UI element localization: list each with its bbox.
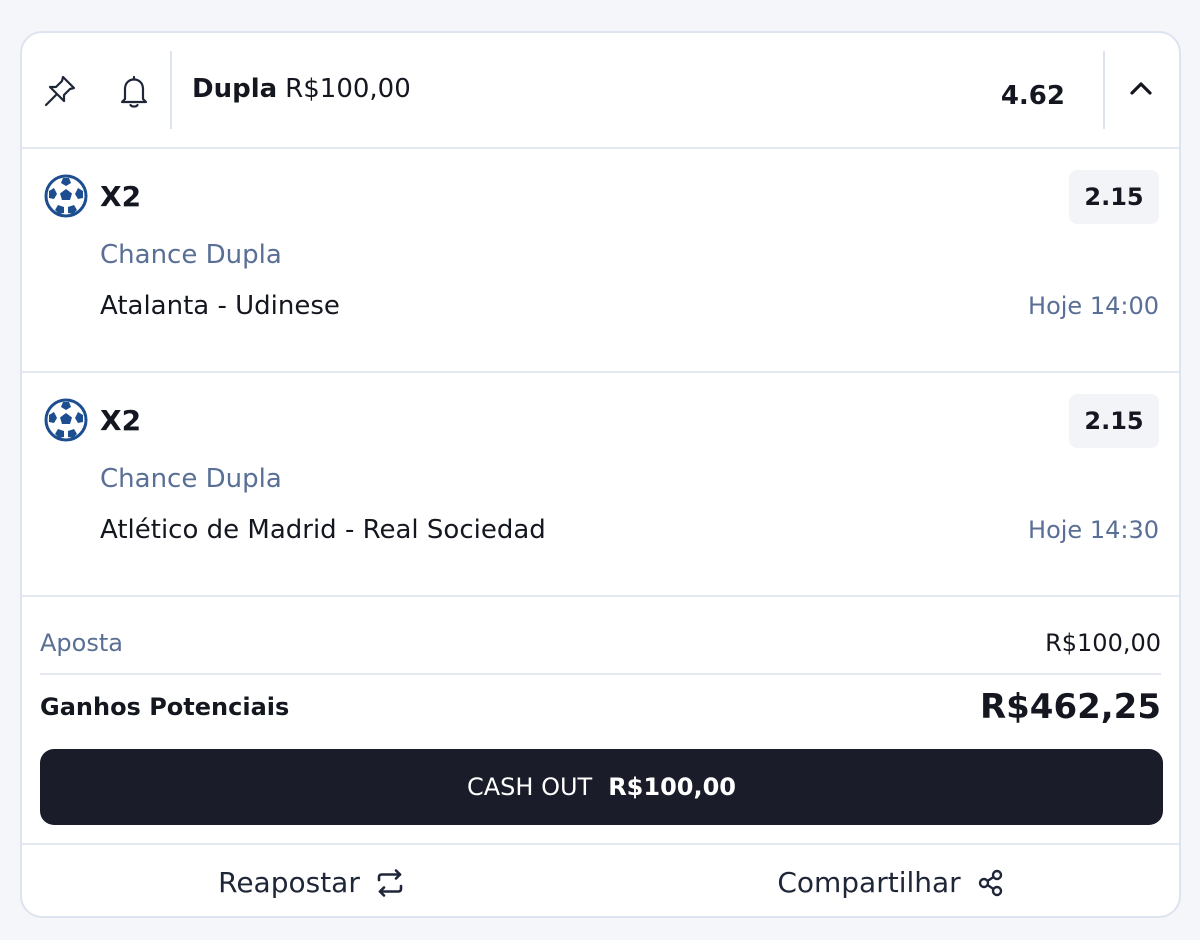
chevron-up-icon bbox=[1130, 82, 1152, 95]
share-label: Compartilhar bbox=[777, 866, 961, 899]
bet-header: Dupla R$100,00 4.62 bbox=[22, 33, 1179, 149]
selection-market: Chance Dupla bbox=[100, 240, 282, 270]
selection-odds[interactable]: 2.15 bbox=[1069, 394, 1159, 448]
bet-card: Dupla R$100,00 4.62 X2 2.15 Chance Dupla … bbox=[20, 31, 1181, 918]
pin-icon[interactable] bbox=[40, 71, 80, 111]
potential-win-value: R$462,25 bbox=[979, 687, 1161, 727]
potential-win-label: Ganhos Potenciais bbox=[40, 693, 290, 721]
share-button[interactable]: Compartilhar bbox=[602, 845, 1179, 916]
selection-event[interactable]: Atlético de Madrid - Real Sociedad bbox=[100, 512, 546, 548]
bet-type: Dupla bbox=[192, 74, 278, 104]
repeat-icon bbox=[377, 868, 403, 897]
bet-title: Dupla R$100,00 bbox=[192, 71, 411, 107]
stake-row: Aposta R$100,00 bbox=[40, 619, 1161, 675]
bet-stake: R$100,00 bbox=[285, 74, 411, 104]
cash-out-label: CASH OUT bbox=[467, 773, 593, 801]
bell-icon[interactable] bbox=[114, 71, 154, 111]
header-divider bbox=[170, 51, 172, 129]
cash-out-button[interactable]: CASH OUT R$100,00 bbox=[40, 749, 1163, 825]
selection-time: Hoje 14:00 bbox=[1028, 292, 1159, 320]
selection-odds[interactable]: 2.15 bbox=[1069, 170, 1159, 224]
bet-footer: Reapostar Compartilhar bbox=[22, 843, 1179, 916]
selection-item: X2 2.15 Chance Dupla Atlético de Madrid … bbox=[22, 373, 1179, 597]
rebet-button[interactable]: Reapostar bbox=[22, 845, 602, 916]
total-odds: 4.62 bbox=[1000, 81, 1065, 111]
selection-time: Hoje 14:30 bbox=[1028, 516, 1159, 544]
soccer-ball-icon bbox=[44, 398, 88, 442]
selection-market: Chance Dupla bbox=[100, 464, 282, 494]
cash-out-amount: R$100,00 bbox=[608, 773, 736, 801]
selection-pick: X2 bbox=[100, 404, 142, 437]
rebet-label: Reapostar bbox=[218, 866, 360, 899]
collapse-button[interactable] bbox=[1105, 53, 1179, 127]
share-icon bbox=[978, 869, 1002, 896]
selection-item: X2 2.15 Chance Dupla Atalanta - Udinese … bbox=[22, 149, 1179, 373]
stake-label: Aposta bbox=[40, 629, 123, 657]
selection-pick: X2 bbox=[100, 180, 142, 213]
soccer-ball-icon bbox=[44, 174, 88, 218]
selection-event[interactable]: Atalanta - Udinese bbox=[100, 288, 340, 324]
stake-value: R$100,00 bbox=[1045, 629, 1161, 657]
